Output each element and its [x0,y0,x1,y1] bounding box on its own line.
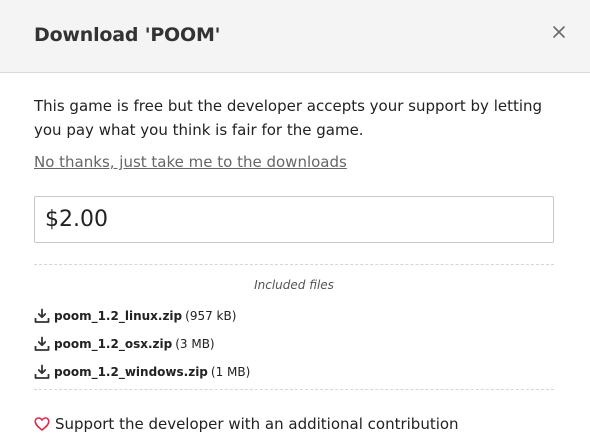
file-name[interactable]: poom_1.2_windows.zip [54,365,208,379]
dialog-title: Download 'POOM' [34,24,221,46]
file-item[interactable]: poom_1.2_windows.zip (1 MB) [34,363,250,381]
download-icon [34,308,50,324]
file-size: (3 MB) [175,337,215,351]
file-name[interactable]: poom_1.2_osx.zip [54,337,172,351]
close-button[interactable] [549,22,569,42]
price-input[interactable] [45,197,553,242]
dialog-header: Download 'POOM' [0,0,590,73]
included-files-heading: Included files [254,278,334,292]
file-name[interactable]: poom_1.2_linux.zip [54,309,182,323]
support-label: Support the developer with an additional… [55,415,459,433]
heart-icon [34,416,50,432]
close-icon [549,22,569,42]
download-dialog: Download 'POOM' This game is free but th… [0,0,590,447]
files-divider-bottom [34,389,554,390]
file-item[interactable]: poom_1.2_linux.zip (957 kB) [34,307,236,325]
files-divider-top [34,264,554,265]
file-size: (957 kB) [185,309,237,323]
file-size: (1 MB) [210,365,251,379]
download-icon [34,336,50,352]
file-item[interactable]: poom_1.2_osx.zip (3 MB) [34,335,215,353]
skip-to-downloads-link[interactable]: No thanks, just take me to the downloads [34,153,347,171]
price-field[interactable] [34,196,554,243]
intro-text: This game is free but the developer acce… [34,97,543,139]
download-icon [34,364,50,380]
support-contribution-toggle[interactable]: Support the developer with an additional… [34,413,459,435]
